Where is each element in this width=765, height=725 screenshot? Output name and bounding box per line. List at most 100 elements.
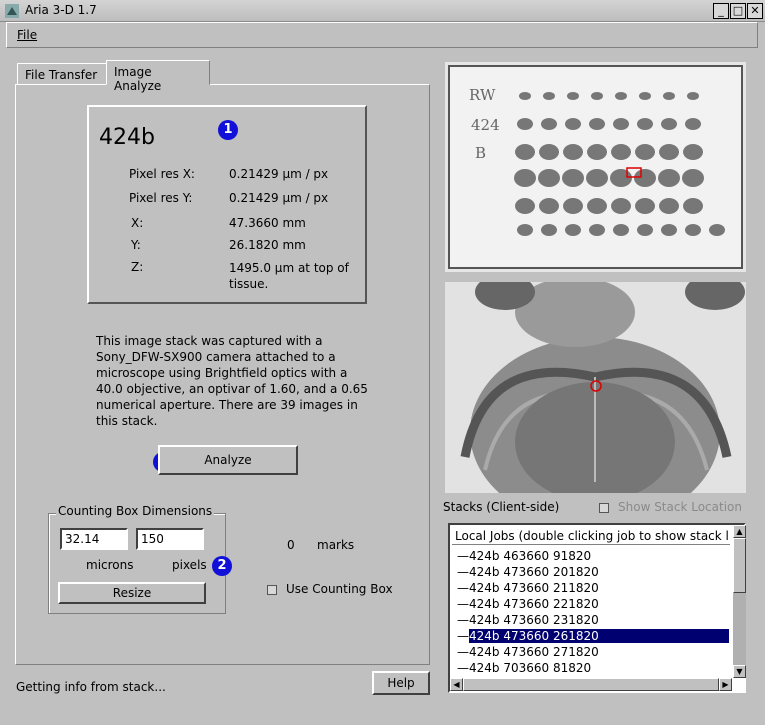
slide-label-3: B <box>475 144 486 162</box>
tissue-section <box>539 144 559 160</box>
slide-overview-graphic: RW 424 B <box>448 65 743 269</box>
stack-description: This image stack was captured with a Son… <box>96 334 368 428</box>
stack-list-item[interactable]: —424b 473660 271820 <box>457 645 730 661</box>
tissue-section <box>539 198 559 214</box>
y-label: Y: <box>131 238 141 252</box>
tissue-section <box>663 92 675 100</box>
menu-bar: File <box>6 22 758 48</box>
vertical-scroll-thumb[interactable] <box>733 538 746 593</box>
z-value: 1495.0 µm at top of tissue. <box>229 261 349 291</box>
tissue-section <box>515 198 535 214</box>
show-stack-location-checkbox[interactable] <box>599 503 609 513</box>
tab-file-transfer[interactable]: File Transfer <box>17 63 107 84</box>
menu-file[interactable]: File <box>17 28 37 42</box>
resize-button[interactable]: Resize <box>58 582 206 604</box>
stack-list-item-label: 424b 703660 81820 <box>469 661 592 675</box>
scroll-left-arrow-icon[interactable]: ◀ <box>450 678 463 691</box>
stack-list-item[interactable]: —424b 463660 91820 <box>457 549 730 565</box>
stacks-vertical-scrollbar[interactable]: ▲ ▼ <box>733 525 746 678</box>
marker-2: 2 <box>212 556 232 576</box>
tissue-section <box>685 118 701 130</box>
tissue-section <box>635 144 655 160</box>
scroll-right-arrow-icon[interactable]: ▶ <box>719 678 732 691</box>
status-text: Getting info from stack... <box>16 680 166 694</box>
section-detail-image[interactable] <box>445 282 746 493</box>
show-stack-location-label: Show Stack Location <box>618 500 742 514</box>
tissue-section <box>515 144 535 160</box>
close-button[interactable]: ✕ <box>747 3 763 19</box>
tissue-section <box>541 118 557 130</box>
analyze-button[interactable]: Analyze <box>158 445 298 475</box>
tissue-section <box>687 92 699 100</box>
stacks-list-header: Local Jobs (double clicking job to show … <box>452 527 730 545</box>
tissue-section <box>589 118 605 130</box>
section-detail-graphic <box>445 282 746 493</box>
tissue-section <box>685 224 701 236</box>
tissue-section <box>587 198 607 214</box>
stack-list-item-label: 424b 473660 231820 <box>469 613 599 627</box>
tissue-section <box>661 118 677 130</box>
y-value: 26.1820 mm <box>229 238 306 252</box>
marks-label: marks <box>317 538 355 552</box>
stack-list-item-label: 424b 473660 261820 <box>469 629 729 643</box>
tab-image-analyze[interactable]: Image Analyze <box>106 60 210 93</box>
tree-connector-icon: — <box>457 613 469 627</box>
stacks-horizontal-scrollbar[interactable]: ◀ ▶ <box>450 678 732 691</box>
use-counting-box-label: Use Counting Box <box>286 582 393 596</box>
tissue-section <box>709 224 725 236</box>
pixels-label: pixels <box>172 558 207 572</box>
pixels-input[interactable]: 150 <box>136 528 204 550</box>
stack-list-item[interactable]: —424b 473660 211820 <box>457 581 730 597</box>
stacks-list[interactable]: Local Jobs (double clicking job to show … <box>448 523 746 693</box>
tissue-section <box>565 118 581 130</box>
app-icon <box>5 4 19 18</box>
stack-list-item-label: 424b 473660 221820 <box>469 597 599 611</box>
stack-list-item[interactable]: —424b 473660 221820 <box>457 597 730 613</box>
tissue-section <box>519 92 531 100</box>
scroll-down-arrow-icon[interactable]: ▼ <box>733 665 746 678</box>
horizontal-scroll-thumb[interactable] <box>463 678 719 691</box>
x-value: 47.3660 mm <box>229 216 306 230</box>
stack-list-item-label: 424b 473660 271820 <box>469 645 599 659</box>
tissue-section <box>611 144 631 160</box>
stack-list-item[interactable]: —424b 473660 231820 <box>457 613 730 629</box>
marks-count: 0 <box>287 538 295 552</box>
tissue-section <box>613 118 629 130</box>
tissue-section <box>682 169 704 187</box>
tissue-section <box>639 92 651 100</box>
tissue-section <box>586 169 608 187</box>
pixel-res-y-value: 0.21429 µm / px <box>229 191 329 205</box>
slide-label-2: 424 <box>471 116 500 134</box>
slide-overview-image[interactable]: RW 424 B <box>445 62 746 272</box>
stack-list-item[interactable]: —424b 473660 201820 <box>457 565 730 581</box>
tissue-section <box>565 224 581 236</box>
help-button[interactable]: Help <box>372 671 430 695</box>
maximize-button[interactable]: □ <box>730 3 746 19</box>
title-bar[interactable]: Aria 3-D 1.7 _ □ ✕ <box>0 0 765 22</box>
tissue-section <box>658 169 680 187</box>
tree-connector-icon: — <box>457 597 469 611</box>
scroll-up-arrow-icon[interactable]: ▲ <box>733 525 746 538</box>
tissue-section <box>610 169 632 187</box>
tree-connector-icon: — <box>457 565 469 579</box>
stack-list-item[interactable]: —424b 703660 81820 <box>457 661 730 677</box>
tissue-section <box>659 144 679 160</box>
stacks-label: Stacks (Client-side) <box>443 500 560 514</box>
tissue-section <box>611 198 631 214</box>
microns-input[interactable]: 32.14 <box>60 528 128 550</box>
z-label: Z: <box>131 260 144 274</box>
tissue-section <box>661 224 677 236</box>
tissue-section <box>615 92 627 100</box>
pixel-res-x-label: Pixel res X: <box>129 167 195 181</box>
tree-connector-icon: — <box>457 645 469 659</box>
tissue-section <box>517 224 533 236</box>
menu-file-label: File <box>17 28 38 42</box>
tissue-section <box>587 144 607 160</box>
tissue-section <box>589 224 605 236</box>
tree-connector-icon: — <box>457 581 469 595</box>
tissue-section <box>637 224 653 236</box>
minimize-button[interactable]: _ <box>713 3 729 19</box>
tissue-section <box>563 198 583 214</box>
stack-list-item[interactable]: —424b 473660 261820 <box>457 629 730 645</box>
use-counting-box-checkbox[interactable] <box>267 585 277 595</box>
